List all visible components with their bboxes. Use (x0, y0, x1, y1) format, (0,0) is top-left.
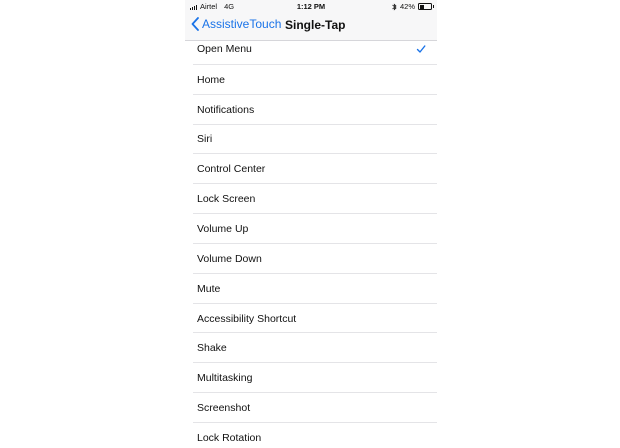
page-title: Single-Tap (285, 18, 346, 32)
options-list: Open Menu Home Notifications Siri Control Ce… (185, 35, 437, 448)
back-button[interactable]: AssistiveTouch (191, 17, 281, 31)
option-row[interactable]: Lock Screen (185, 184, 437, 214)
option-label: Siri (197, 133, 213, 146)
option-label: Mute (197, 282, 221, 295)
option-row[interactable]: Notifications (185, 95, 437, 125)
option-label: Home (197, 73, 226, 86)
option-label: Lock Rotation (197, 431, 262, 444)
option-label: Shake (197, 342, 227, 355)
battery-icon (418, 3, 434, 10)
status-bar: Airtel 4G 1:12 PM 42% (185, 0, 437, 12)
status-right: 42% (392, 2, 434, 11)
checkmark-icon (416, 45, 426, 53)
option-row[interactable]: Shake (185, 333, 437, 364)
phone-screen: Airtel 4G 1:12 PM 42% AssistiveTouch Sin… (185, 0, 437, 448)
option-row[interactable]: Mute (185, 274, 437, 304)
option-row[interactable]: Multitasking (185, 363, 437, 393)
option-label: Volume Down (197, 252, 262, 265)
option-row[interactable]: Accessibility Shortcut (185, 304, 437, 334)
option-row[interactable]: Siri (185, 125, 437, 155)
option-row[interactable]: Volume Up (185, 214, 437, 244)
chevron-left-icon (191, 17, 199, 31)
option-row[interactable]: Volume Down (185, 244, 437, 274)
option-label: Lock Screen (197, 193, 256, 206)
option-label: Volume Up (197, 222, 249, 235)
option-label: Notifications (197, 103, 255, 116)
option-row[interactable]: Screenshot (185, 393, 437, 423)
option-row[interactable]: Open Menu (185, 35, 437, 65)
battery-percent: 42% (399, 2, 415, 11)
bluetooth-icon (392, 2, 397, 11)
option-label: Open Menu (197, 43, 252, 56)
back-button-label: AssistiveTouch (202, 17, 282, 31)
option-label: Accessibility Shortcut (197, 312, 297, 325)
option-row[interactable]: Control Center (185, 154, 437, 185)
option-row[interactable]: Home (185, 65, 437, 95)
option-label: Control Center (197, 163, 266, 176)
option-label: Screenshot (197, 402, 251, 415)
option-label: Multitasking (197, 372, 253, 385)
option-row[interactable]: Lock Rotation (185, 423, 437, 448)
